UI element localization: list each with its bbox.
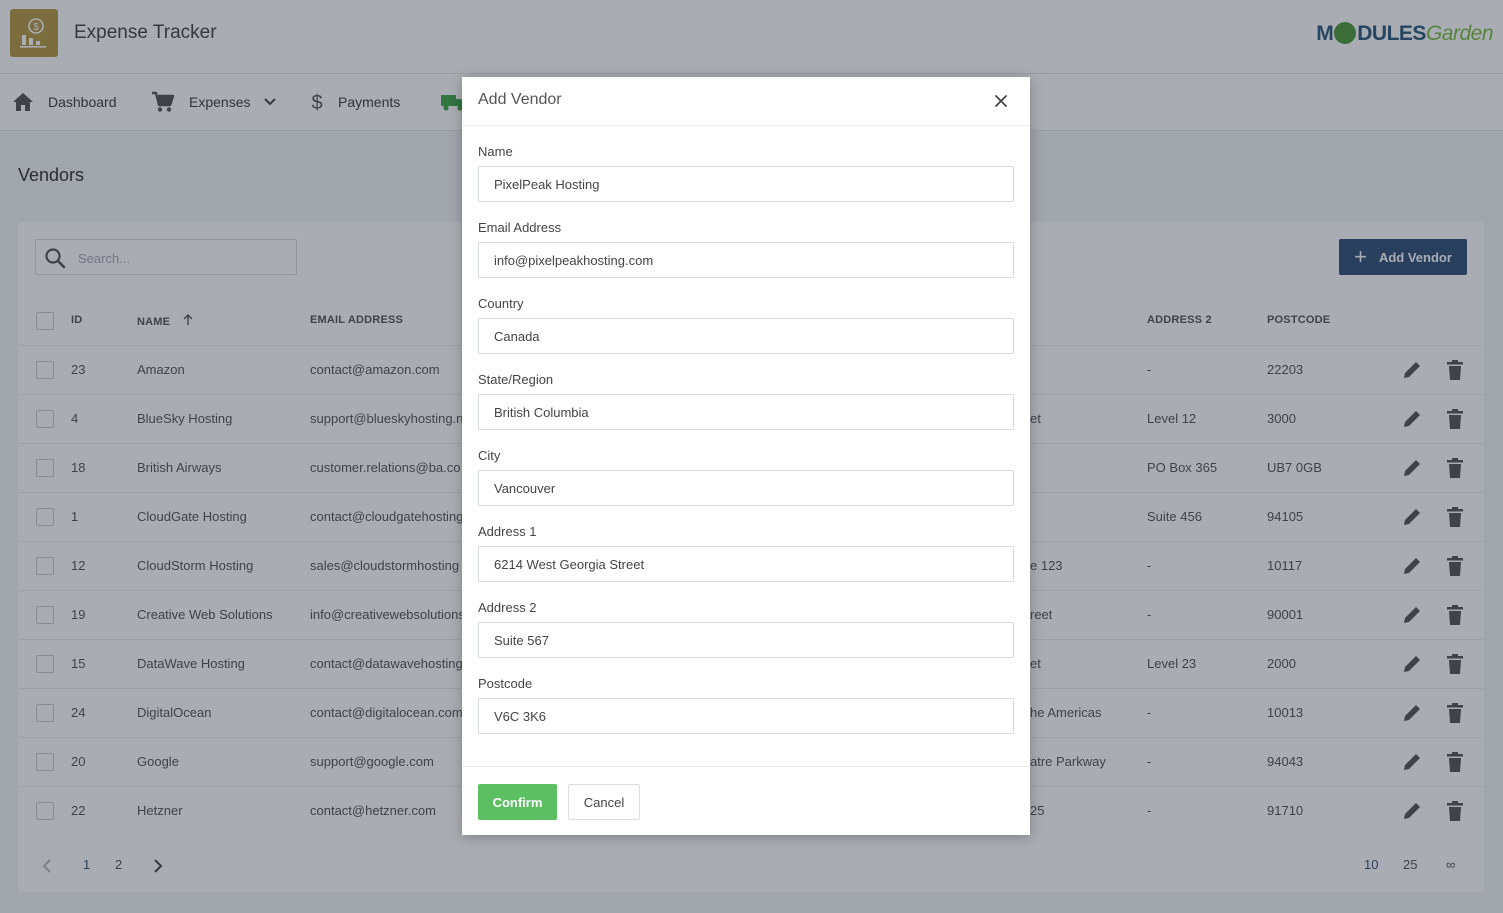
email-field[interactable]	[478, 242, 1014, 278]
city-field[interactable]	[478, 470, 1014, 506]
add-vendor-modal: Add Vendor Name Email Address Country St…	[462, 77, 1030, 835]
country-label: Country	[478, 296, 524, 311]
address2-field[interactable]	[478, 622, 1014, 658]
postcode-field[interactable]	[478, 698, 1014, 734]
name-field[interactable]	[478, 166, 1014, 202]
close-icon[interactable]	[992, 92, 1010, 110]
address1-field[interactable]	[478, 546, 1014, 582]
modal-title: Add Vendor	[478, 91, 562, 108]
name-label: Name	[478, 144, 513, 159]
postcode-label: Postcode	[478, 676, 533, 691]
state-region-label: State/Region	[478, 372, 554, 387]
address1-label: Address 1	[478, 524, 537, 539]
state-region-field[interactable]	[478, 394, 1014, 430]
city-label: City	[478, 448, 501, 463]
email-label: Email Address	[478, 220, 562, 235]
modal-header: Add Vendor	[462, 77, 1030, 126]
modal-footer: Confirm Cancel	[462, 766, 1030, 836]
cancel-button[interactable]: Cancel	[568, 784, 640, 820]
address2-label: Address 2	[478, 600, 537, 615]
confirm-button[interactable]: Confirm	[478, 784, 557, 820]
country-field[interactable]	[478, 318, 1014, 354]
